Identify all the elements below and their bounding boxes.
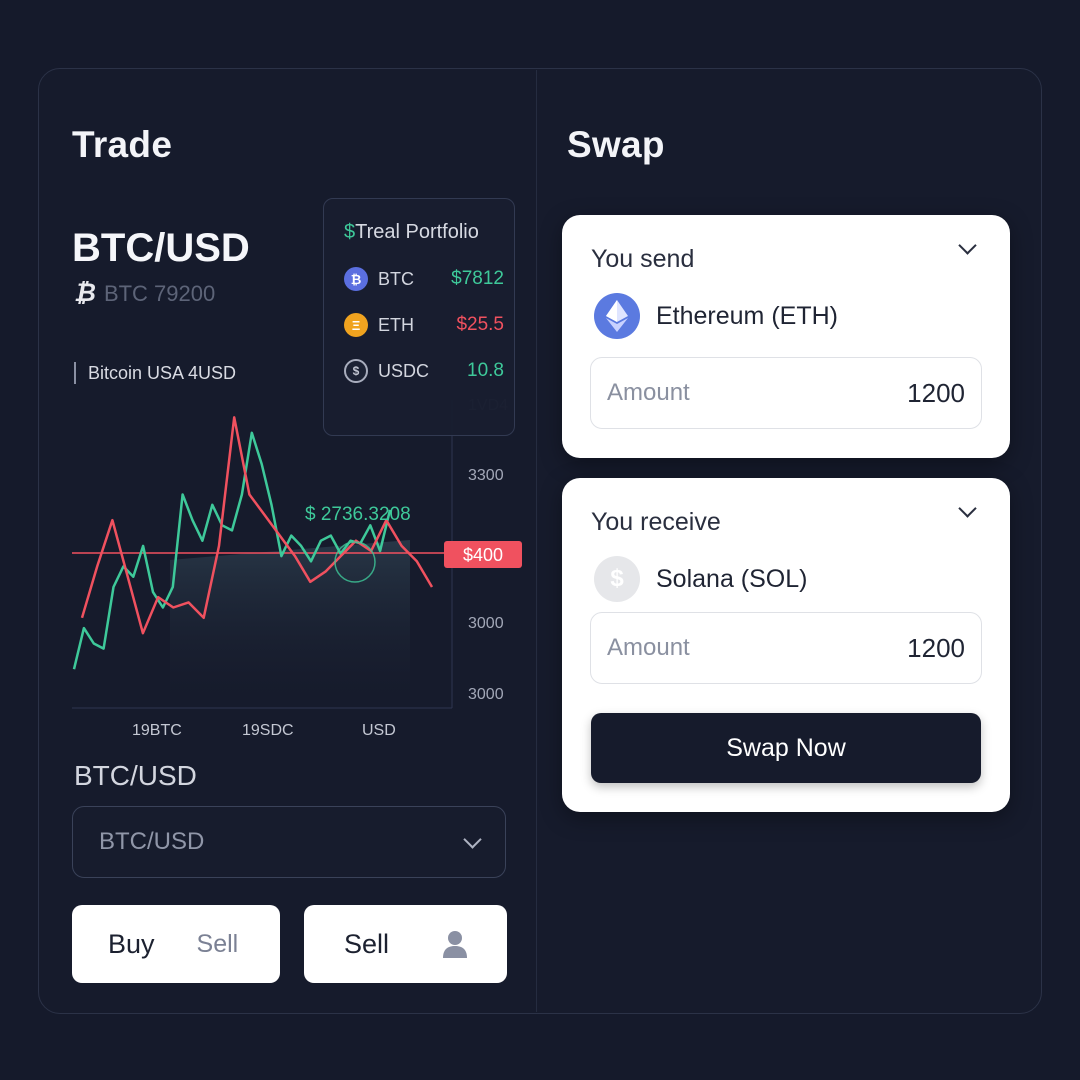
send-token[interactable]: Ethereum (ETH) xyxy=(594,293,838,339)
swap-title: Swap xyxy=(567,124,665,165)
portfolio-row-btc[interactable]: ₿ BTC $7812 xyxy=(344,265,504,293)
chevron-down-icon xyxy=(958,499,977,518)
x-tick-label: 19SDC xyxy=(242,722,294,739)
portfolio-value: 10.8 xyxy=(467,360,504,381)
portfolio-dollar-icon: $ xyxy=(344,221,356,243)
portfolio-card: $Treal Portfolio ₿ BTC $7812 Ξ ETH $25.5… xyxy=(323,198,515,436)
chart-label: Bitcoin USA 4USD xyxy=(74,362,236,384)
y-tick-label: 3000 xyxy=(468,615,504,632)
chart-area-fill xyxy=(170,540,410,700)
send-label: You send xyxy=(591,245,695,273)
send-token-dropdown[interactable] xyxy=(958,236,977,255)
receive-amount-value: 1200 xyxy=(907,632,965,663)
usdc-icon: $ xyxy=(344,359,368,383)
buy-button[interactable]: Buy Sell xyxy=(72,905,280,983)
ethereum-icon: Ξ xyxy=(344,313,368,337)
portfolio-symbol: BTC xyxy=(378,268,414,289)
pair-price-text: BTC 79200 xyxy=(103,280,216,306)
receive-card: You receive $ Solana (SOL) Amount 1200 S… xyxy=(562,478,1010,812)
chevron-down-icon xyxy=(463,829,482,849)
portfolio-title: $Treal Portfolio xyxy=(344,221,479,244)
pair-price: ₿ BTC 79200 xyxy=(74,279,215,308)
bitcoin-icon: ₿ xyxy=(344,267,368,291)
price-tag-label: $400 xyxy=(463,545,503,565)
solana-icon: $ xyxy=(594,556,640,602)
send-amount-placeholder: Amount xyxy=(607,379,690,406)
receive-amount-placeholder: Amount xyxy=(607,634,690,661)
chevron-down-icon xyxy=(958,236,977,255)
swap-now-button[interactable]: Swap Now xyxy=(591,713,981,783)
x-tick-labels: 19BTC 19SDC USD xyxy=(132,722,396,739)
ethereum-icon xyxy=(594,293,640,339)
receive-token[interactable]: $ Solana (SOL) xyxy=(594,556,807,602)
trade-title: Trade xyxy=(72,124,173,165)
portfolio-row-usdc[interactable]: $ USDC 10.8 xyxy=(344,357,504,385)
sell-button-label: Sell xyxy=(344,928,390,959)
user-icon xyxy=(443,931,467,958)
x-tick-label: 19BTC xyxy=(132,722,182,739)
sell-button[interactable]: Sell xyxy=(304,905,507,983)
buy-button-label: Buy xyxy=(108,928,155,959)
receive-label: You receive xyxy=(591,508,721,536)
send-amount-value: 1200 xyxy=(907,377,965,408)
y-tick-label: 3300 xyxy=(468,467,504,484)
panel-divider xyxy=(536,70,537,1012)
portfolio-value: $7812 xyxy=(451,268,504,289)
portfolio-symbol: ETH xyxy=(378,314,414,335)
price-chart[interactable]: $ 2736.3208 $400 1VD4330030003000 19BTC1… xyxy=(60,390,530,750)
send-token-name: Ethereum (ETH) xyxy=(656,301,838,330)
pair-select[interactable]: BTC/USD xyxy=(72,806,506,878)
send-amount-field[interactable]: Amount 1200 xyxy=(590,357,982,429)
pair-select-label: BTC/USD xyxy=(74,760,197,791)
pair-title: BTC/USD xyxy=(72,226,250,270)
buy-button-sub-label: Sell xyxy=(196,929,239,958)
portfolio-row-eth[interactable]: Ξ ETH $25.5 xyxy=(344,311,504,339)
portfolio-symbol: USDC xyxy=(378,360,430,381)
pair-select-value: BTC/USD xyxy=(99,828,205,855)
send-card: You send Ethereum (ETH) Amount 1200 xyxy=(562,215,1010,458)
receive-amount-field[interactable]: Amount 1200 xyxy=(590,612,982,684)
chart-annotation: $ 2736.3208 xyxy=(305,504,411,525)
portfolio-value: $25.5 xyxy=(456,314,504,335)
bitcoin-icon: ₿ xyxy=(74,279,96,307)
portfolio-title-text: Treal Portfolio xyxy=(355,221,479,243)
y-tick-label: 3000 xyxy=(468,686,504,703)
x-tick-label: USD xyxy=(362,722,396,739)
receive-token-dropdown[interactable] xyxy=(958,499,977,518)
receive-token-name: Solana (SOL) xyxy=(656,564,808,593)
